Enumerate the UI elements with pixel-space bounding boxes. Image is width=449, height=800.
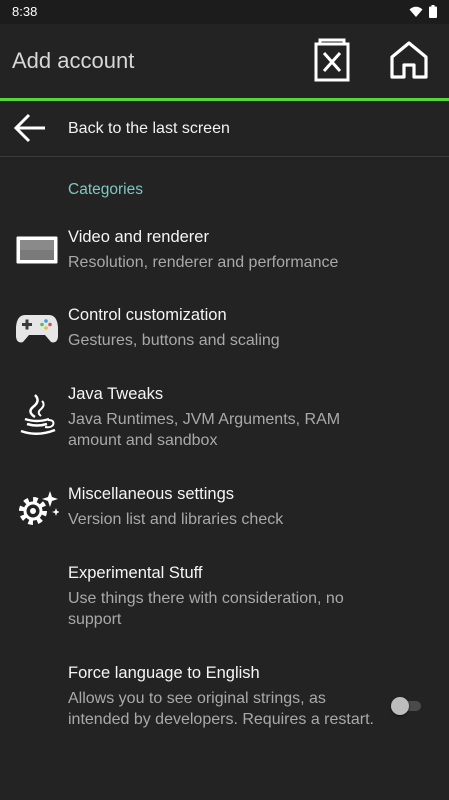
back-row[interactable]: Back to the last screen [0,101,449,157]
back-label: Back to the last screen [68,120,230,137]
status-time: 8:38 [12,4,38,19]
settings-item-experimental[interactable]: Experimental Stuff Use things there with… [0,564,449,644]
item-subtitle: Gestures, buttons and scaling [68,332,280,349]
status-icons [409,5,437,18]
settings-item-java[interactable]: Java Tweaks Java Runtimes, JVM Arguments… [0,385,449,465]
java-icon [15,393,59,437]
item-title: Force language to English [68,664,260,682]
item-subtitle: Resolution, renderer and performance [68,254,339,271]
item-title: Experimental Stuff [68,564,203,582]
gear-icon [15,487,59,531]
home-button[interactable] [386,37,432,83]
app-title: Add account [12,48,135,73]
delete-icon [314,38,350,82]
settings-item-misc[interactable]: Miscellaneous settings Version list and … [0,485,449,545]
battery-icon [429,5,437,18]
item-subtitle: Java Runtimes, JVM Arguments, RAM amount… [68,411,341,449]
display-icon [15,228,59,272]
settings-item-controls[interactable]: Control customization Gestures, buttons … [0,306,449,366]
arrow-left-icon [13,113,45,143]
status-bar: 8:38 [0,0,449,24]
item-title: Java Tweaks [68,385,164,403]
app-bar: Add account [0,24,449,98]
toggle-thumb [391,697,409,715]
force-english-toggle[interactable] [391,697,423,715]
delete-button[interactable] [309,37,355,83]
category-title: Categories [68,181,143,198]
item-subtitle: Version list and libraries check [68,511,284,528]
gamepad-icon [15,306,59,350]
item-title: Miscellaneous settings [68,485,234,503]
settings-item-force-english[interactable]: Force language to English Allows you to … [0,664,449,764]
home-icon [390,41,428,79]
item-subtitle: Use things there with consideration, no … [68,590,344,628]
item-title: Control customization [68,306,227,324]
wifi-icon [409,6,423,17]
item-title: Video and renderer [68,228,209,246]
settings-item-video[interactable]: Video and renderer Resolution, renderer … [0,228,449,288]
item-subtitle: Allows you to see original strings, as i… [68,690,374,728]
